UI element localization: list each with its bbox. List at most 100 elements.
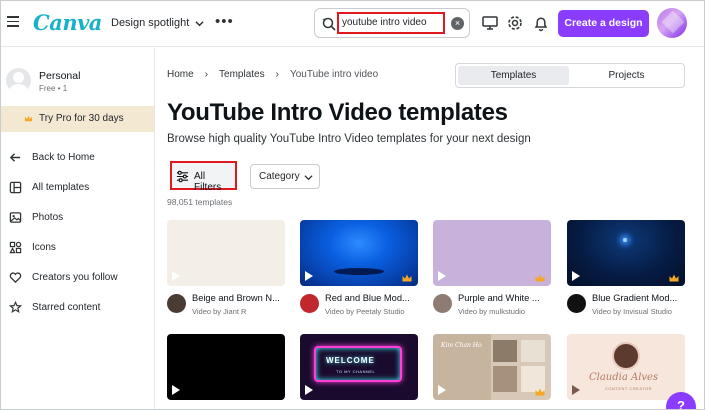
- script-name: Kim Chan Ho: [441, 342, 482, 349]
- profile-avatar: [6, 68, 31, 93]
- sidebar-item-photos[interactable]: Photos: [1, 204, 154, 234]
- menu-icon[interactable]: [7, 16, 19, 28]
- design-spotlight-menu[interactable]: Design spotlight: [111, 17, 204, 29]
- sidebar-item-back-to-home[interactable]: Back to Home: [1, 144, 154, 174]
- template-creator: Video by mulkstudio: [458, 307, 525, 316]
- notifications-bell-icon[interactable]: [532, 14, 550, 32]
- templates-icon: [9, 181, 22, 194]
- creator-avatar: [567, 294, 586, 313]
- user-avatar[interactable]: [657, 8, 687, 38]
- sidebar-item-label: Starred content: [32, 302, 101, 313]
- breadcrumb-templates[interactable]: Templates: [219, 69, 265, 80]
- profile-name: Personal: [39, 70, 81, 82]
- breadcrumb-home[interactable]: Home: [167, 69, 194, 80]
- collage-photo: [521, 340, 545, 362]
- magic-search-icon: [322, 17, 336, 31]
- profile-plan: Free • 1: [39, 84, 68, 93]
- template-card[interactable]: Beige and Brown N... Video by Jiant R: [167, 220, 285, 320]
- collage-photo: [493, 366, 517, 392]
- sidebar-item-label: All templates: [32, 182, 90, 193]
- shapes-icon: [9, 241, 22, 254]
- clear-search-icon[interactable]: ×: [451, 17, 464, 30]
- search-input[interactable]: youtube intro video: [337, 12, 445, 34]
- category-dropdown[interactable]: Category: [250, 164, 320, 189]
- sidebar-item-label: Photos: [32, 212, 64, 223]
- sidebar-item-icons[interactable]: Icons: [1, 234, 154, 264]
- glow-light: [623, 238, 627, 242]
- portrait-circle: [612, 342, 640, 370]
- template-card[interactable]: Claudia Alves CONTENT CREATOR: [567, 334, 685, 400]
- play-icon: [572, 385, 580, 395]
- tab-templates[interactable]: Templates: [458, 66, 569, 85]
- play-icon: [438, 271, 446, 281]
- breadcrumb-current: YouTube intro video: [289, 69, 379, 80]
- template-card[interactable]: Purple and White ... Video by mulkstudio: [433, 220, 551, 320]
- all-filters-button[interactable]: All Filters: [170, 161, 237, 193]
- breadcrumb: Home › Templates › YouTube intro video: [167, 69, 378, 80]
- sidebar-item-label: Creators you follow: [32, 272, 118, 283]
- pro-crown-icon: [402, 274, 412, 282]
- neon-title: WELCOME: [326, 356, 375, 365]
- creator-avatar: [433, 294, 452, 313]
- try-pro-label: Try Pro for 30 days: [39, 113, 124, 124]
- help-button[interactable]: ?: [666, 392, 696, 409]
- all-filters-label: All Filters: [194, 171, 222, 193]
- search-box[interactable]: youtube intro video ×: [314, 8, 470, 38]
- neon-subtitle: TO MY CHANNEL: [336, 369, 376, 374]
- try-pro-button[interactable]: Try Pro for 30 days: [1, 106, 154, 132]
- filter-sliders-icon: [176, 170, 189, 183]
- play-icon: [305, 271, 313, 281]
- more-options-button[interactable]: •••: [215, 13, 234, 30]
- play-icon: [572, 271, 580, 281]
- template-card[interactable]: Kim Chan Ho: [433, 334, 551, 400]
- template-count: 98,051 templates: [167, 197, 233, 207]
- template-title: Beige and Brown N...: [192, 293, 280, 303]
- sidebar-item-creators-you-follow[interactable]: Creators you follow: [1, 264, 154, 294]
- heart-icon: [9, 272, 22, 284]
- photo-icon: [9, 212, 22, 223]
- template-title: Blue Gradient Mod...: [592, 293, 678, 303]
- template-thumbnail[interactable]: [300, 220, 418, 286]
- template-thumbnail[interactable]: [167, 334, 285, 400]
- desktop-app-icon[interactable]: [481, 14, 499, 32]
- stage-shadow: [334, 268, 384, 275]
- pro-crown-icon: [669, 274, 679, 282]
- tab-projects[interactable]: Projects: [571, 66, 682, 85]
- view-toggle: Templates Projects: [455, 63, 685, 88]
- sidebar-item-starred-content[interactable]: Starred content: [1, 294, 154, 324]
- chevron-down-icon: [304, 175, 313, 181]
- creator-avatar: [167, 294, 186, 313]
- sidebar-item-all-templates[interactable]: All templates: [1, 174, 154, 204]
- sidebar-nav: Back to Home All templates Photos Icons …: [1, 144, 154, 324]
- template-thumbnail[interactable]: Claudia Alves CONTENT CREATOR: [567, 334, 685, 400]
- template-thumbnail[interactable]: [167, 220, 285, 286]
- creator-avatar: [300, 294, 319, 313]
- template-creator: Video by Invisual Studio: [592, 307, 672, 316]
- template-card[interactable]: [167, 334, 285, 400]
- template-title: Red and Blue Mod...: [325, 293, 410, 303]
- sidebar-item-label: Icons: [32, 242, 56, 253]
- play-icon: [438, 385, 446, 395]
- template-thumbnail[interactable]: WELCOME TO MY CHANNEL: [300, 334, 418, 400]
- pro-crown-icon: [535, 388, 545, 396]
- create-design-button[interactable]: Create a design: [558, 10, 649, 37]
- play-icon: [172, 385, 180, 395]
- canva-logo[interactable]: Canva: [33, 10, 102, 35]
- template-card[interactable]: WELCOME TO MY CHANNEL: [300, 334, 418, 400]
- template-title: Purple and White ...: [458, 293, 540, 303]
- profile-switcher[interactable]: Personal Free • 1: [6, 68, 146, 98]
- play-icon: [305, 385, 313, 395]
- settings-gear-icon[interactable]: [506, 14, 524, 32]
- template-card[interactable]: Red and Blue Mod... Video by Peetaly Stu…: [300, 220, 418, 320]
- arrow-left-icon: [9, 153, 21, 162]
- page-title: YouTube Intro Video templates: [167, 99, 508, 126]
- template-thumbnail[interactable]: Kim Chan Ho: [433, 334, 551, 400]
- chevron-right-icon: ›: [204, 69, 209, 80]
- page-subtitle: Browse high quality YouTube Intro Video …: [167, 133, 531, 145]
- template-thumbnail[interactable]: [567, 220, 685, 286]
- collage-photo: [493, 340, 517, 362]
- crown-icon: [24, 115, 33, 122]
- template-thumbnail[interactable]: [433, 220, 551, 286]
- template-card[interactable]: Blue Gradient Mod... Video by Invisual S…: [567, 220, 685, 320]
- script-name: Claudia Alves: [589, 372, 659, 383]
